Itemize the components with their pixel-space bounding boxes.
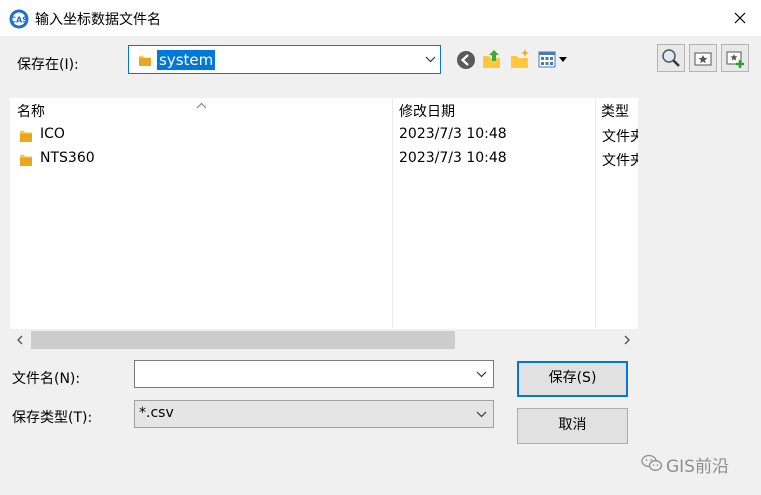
file-name: ICO [40, 126, 65, 142]
filetype-value: *.csv [139, 405, 174, 421]
chevron-down-icon [425, 54, 436, 65]
file-type: 文件夹 [602, 153, 638, 169]
file-date: 2023/7/3 10:48 [399, 126, 507, 142]
scroll-right-icon[interactable] [621, 334, 633, 346]
column-header-date[interactable]: 修改日期 [399, 98, 455, 126]
watermark: GIS前沿 [641, 451, 741, 477]
search-icon [662, 49, 680, 67]
column-header-type[interactable]: 类型 [601, 98, 629, 126]
file-name: NTS360 [40, 150, 95, 166]
filename-label: 文件名(N): [12, 371, 81, 387]
back-button[interactable] [455, 49, 477, 71]
watermark-text: GIS前沿 [666, 457, 729, 477]
file-list[interactable]: 名称 修改日期 类型 ICO 2023/7/3 10:48 文件夹 NTS360… [10, 98, 638, 352]
window-title: 输入坐标数据文件名 [35, 12, 161, 28]
save-button[interactable]: 保存(S) [517, 361, 628, 397]
chevron-down-icon[interactable] [476, 369, 487, 380]
wechat-icon [641, 454, 663, 471]
folder-icon [138, 53, 152, 67]
up-folder-button[interactable] [481, 48, 503, 70]
view-menu-button[interactable] [537, 49, 571, 71]
title-bar: CAS 输入坐标数据文件名 [0, 0, 761, 36]
new-folder-button[interactable] [509, 48, 531, 70]
add-favorite-button[interactable] [721, 44, 749, 72]
up-folder-icon [483, 50, 500, 68]
cancel-button[interactable]: 取消 [517, 408, 628, 444]
back-arrow-icon [457, 51, 475, 69]
save-in-combo[interactable]: system [128, 45, 441, 74]
scroll-left-icon[interactable] [14, 334, 26, 346]
save-in-label: 保存在(I): [17, 57, 79, 73]
filetype-label: 保存类型(T): [12, 410, 93, 426]
app-logo-icon: CAS [9, 9, 29, 29]
list-item[interactable]: NTS360 2023/7/3 10:48 文件夹 [10, 148, 638, 172]
list-item[interactable]: ICO 2023/7/3 10:48 文件夹 [10, 124, 638, 148]
search-button[interactable] [657, 44, 685, 72]
close-button[interactable] [722, 0, 758, 36]
filetype-select[interactable]: *.csv [134, 400, 494, 428]
file-type: 文件夹 [602, 129, 638, 145]
svg-text:CAS: CAS [10, 16, 28, 25]
view-menu-icon [538, 51, 567, 68]
chevron-down-icon [476, 409, 487, 420]
folder-icon [19, 153, 33, 167]
add-favorite-icon [726, 51, 744, 68]
column-header-name[interactable]: 名称 [17, 98, 45, 126]
favorites-button[interactable] [689, 44, 717, 72]
folder-icon [19, 129, 33, 143]
scrollbar-thumb[interactable] [31, 331, 455, 349]
filename-field[interactable] [134, 360, 494, 388]
sort-ascending-icon [196, 98, 207, 109]
file-date: 2023/7/3 10:48 [399, 150, 507, 166]
horizontal-scrollbar[interactable] [10, 329, 638, 352]
close-icon [734, 12, 746, 24]
star-folder-icon [694, 52, 712, 66]
new-folder-icon [511, 49, 529, 68]
current-folder-text: system [157, 50, 216, 70]
